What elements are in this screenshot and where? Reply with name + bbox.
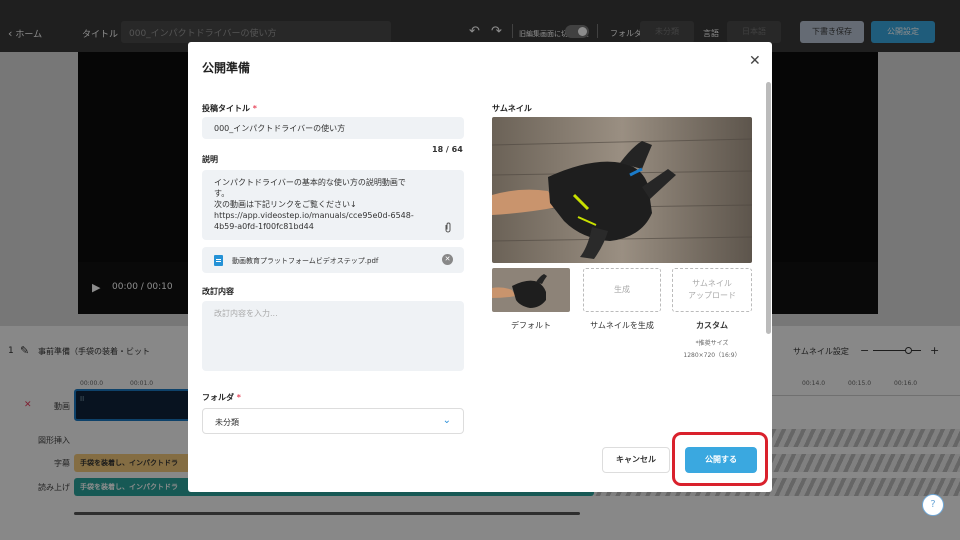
thumbnail-option-upload[interactable]: サムネイル アップロード [672, 268, 752, 312]
revision-textarea[interactable]: 改訂内容を入力... [202, 301, 464, 371]
revision-label: 改訂内容 [202, 287, 234, 296]
description-line: インパクトドライバーの基本的な使い方の説明動画で [214, 178, 406, 187]
upload-label-line2: アップロード [688, 291, 736, 300]
title-counter: 18 / 64 [432, 145, 463, 154]
description-textarea[interactable]: インパクトドライバーの基本的な使い方の説明動画で す。 次の動画は下記リンクをご… [202, 170, 464, 240]
caption-generate: サムネイルを生成 [590, 321, 654, 330]
thumbnail-option-default[interactable] [492, 268, 570, 312]
thumbnail-preview [492, 117, 752, 263]
attachment-name[interactable]: 動画教育プラットフォームビデオステップ.pdf [232, 256, 378, 266]
folder-label: フォルダ * [202, 393, 241, 402]
paperclip-icon[interactable] [444, 222, 452, 235]
folder-value: 未分類 [215, 418, 239, 427]
thumbnail-option-generate[interactable]: 生成 [583, 268, 661, 312]
cancel-button[interactable]: キャンセル [602, 447, 670, 473]
caption-custom: カスタム [696, 321, 728, 330]
modal-scrollbar[interactable] [766, 82, 771, 334]
close-icon[interactable]: ✕ [749, 53, 761, 69]
attachment-item: 動画教育プラットフォームビデオステップ.pdf ✕ [202, 247, 464, 273]
required-mark: * [252, 104, 257, 113]
size-note: 1280×720（16:9） [683, 352, 741, 359]
help-button[interactable]: ? [922, 494, 944, 516]
post-title-label: 投稿タイトル * [202, 104, 257, 113]
description-label: 説明 [202, 155, 218, 164]
chevron-down-icon: ⌄ [442, 415, 451, 426]
file-icon [214, 255, 223, 266]
description-line: https://app.videostep.io/manuals/cce95e0… [214, 211, 414, 220]
remove-attachment-icon[interactable]: ✕ [442, 254, 453, 265]
size-note: *推奨サイズ [695, 340, 729, 347]
modal-title: 公開準備 [202, 61, 251, 75]
highlight-outline [672, 432, 768, 486]
caption-default: デフォルト [511, 321, 551, 330]
description-line: 次の動画は下記リンクをご覧ください↓ [214, 200, 357, 209]
required-mark: * [236, 393, 241, 402]
publish-modal: 公開準備 ✕ 投稿タイトル * 000_インパクトドライバーの使い方 18 / … [188, 42, 772, 492]
description-line: 4b59-a0fd-1f00fc81bd44 [214, 222, 314, 231]
description-line: す。 [214, 189, 230, 198]
post-title-input[interactable]: 000_インパクトドライバーの使い方 [202, 117, 464, 139]
upload-label-line1: サムネイル [692, 279, 732, 288]
folder-select[interactable]: 未分類 ⌄ [202, 408, 464, 434]
thumbnail-label: サムネイル [492, 104, 532, 113]
